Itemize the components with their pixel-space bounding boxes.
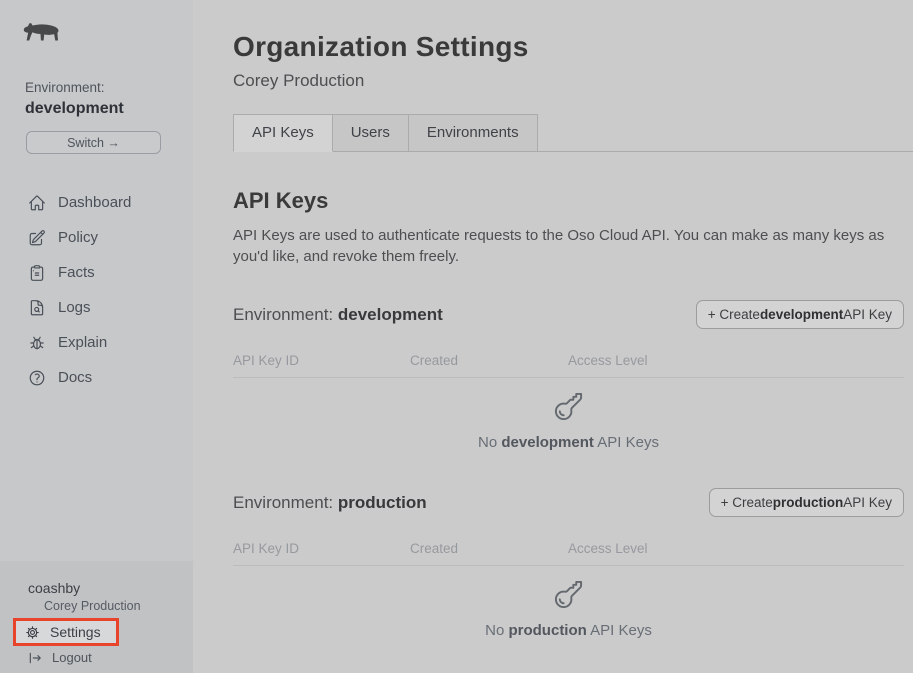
username: coashby (28, 580, 193, 596)
settings-button[interactable]: Settings (13, 618, 119, 646)
sidebar-item-label: Explain (58, 334, 107, 351)
api-key-table-header: API Key ID Created Access Level (233, 353, 904, 378)
sidebar-item-facts[interactable]: Facts (0, 255, 193, 290)
sidebar-user-section: coashby Corey Production Settings Logout (0, 561, 193, 673)
bug-icon (28, 334, 46, 352)
env-title-prefix: Environment: (233, 305, 338, 324)
sidebar-item-label: Policy (58, 229, 98, 246)
sidebar-item-label: Facts (58, 264, 95, 281)
create-button-env: development (760, 307, 843, 322)
sidebar-item-label: Docs (58, 369, 92, 386)
page-subtitle: Corey Production (233, 71, 904, 91)
sidebar-item-policy[interactable]: Policy (0, 220, 193, 255)
env-section-title: Environment: development (233, 305, 443, 325)
sidebar-item-label: Logs (58, 299, 91, 316)
environment-indicator: Environment: development (25, 80, 193, 118)
logout-icon (28, 651, 42, 665)
env-title-name: development (338, 305, 443, 324)
create-button-prefix: + Create (721, 495, 773, 510)
column-created: Created (410, 353, 568, 368)
clipboard-icon (28, 264, 46, 282)
app-window: Environment: development Switch → Dashbo… (0, 0, 913, 673)
tab-api-keys[interactable]: API Keys (233, 114, 333, 152)
api-key-table-header: API Key ID Created Access Level (233, 541, 904, 566)
sidebar-item-dashboard[interactable]: Dashboard (0, 185, 193, 220)
empty-state-production: No production API Keys (233, 579, 904, 639)
empty-state-development: No development API Keys (233, 391, 904, 451)
empty-text-prefix: No (485, 622, 508, 639)
logout-button[interactable]: Logout (28, 650, 193, 665)
env-section-header: Environment: development + Create develo… (233, 300, 904, 329)
empty-text-prefix: No (478, 434, 501, 451)
env-section-title: Environment: production (233, 493, 427, 513)
env-section-header: Environment: production + Create product… (233, 488, 904, 517)
create-development-api-key-button[interactable]: + Create development API Key (696, 300, 904, 329)
empty-text: No development API Keys (233, 434, 904, 451)
tab-environments[interactable]: Environments (408, 114, 538, 151)
create-button-suffix: API Key (843, 495, 892, 510)
api-keys-section-development: Environment: development + Create develo… (233, 300, 904, 451)
create-button-env: production (773, 495, 844, 510)
env-title-prefix: Environment: (233, 493, 338, 512)
column-api-key-id: API Key ID (233, 353, 410, 368)
column-api-key-id: API Key ID (233, 541, 410, 556)
document-search-icon (28, 299, 46, 317)
sidebar: Environment: development Switch → Dashbo… (0, 0, 193, 673)
main-content: Organization Settings Corey Production A… (193, 0, 913, 673)
empty-text-env: development (501, 434, 594, 451)
sidebar-item-docs[interactable]: Docs (0, 360, 193, 395)
sidebar-item-explain[interactable]: Explain (0, 325, 193, 360)
env-title-name: production (338, 493, 427, 512)
create-button-prefix: + Create (708, 307, 760, 322)
key-icon (553, 579, 584, 610)
tab-users[interactable]: Users (332, 114, 409, 151)
sidebar-item-logs[interactable]: Logs (0, 290, 193, 325)
page-title: Organization Settings (233, 31, 904, 63)
api-keys-heading: API Keys (233, 188, 904, 214)
logout-label: Logout (52, 650, 92, 665)
empty-text-suffix: API Keys (587, 622, 652, 639)
api-keys-description: API Keys are used to authenticate reques… (233, 225, 904, 267)
sidebar-nav: Dashboard Policy Facts Logs (0, 185, 193, 395)
empty-text: No production API Keys (233, 622, 904, 639)
column-created: Created (410, 541, 568, 556)
create-button-suffix: API Key (843, 307, 892, 322)
environment-label: Environment: (25, 80, 193, 95)
sidebar-item-label: Dashboard (58, 194, 131, 211)
empty-text-suffix: API Keys (594, 434, 659, 451)
question-circle-icon (28, 369, 46, 387)
environment-value: development (25, 100, 193, 118)
column-access-level: Access Level (568, 541, 904, 556)
home-icon (28, 194, 46, 212)
settings-label: Settings (50, 624, 101, 640)
pencil-square-icon (28, 229, 46, 247)
settings-tabbar: API Keys Users Environments (233, 114, 913, 152)
user-organization: Corey Production (44, 599, 193, 613)
gear-icon (25, 625, 40, 640)
empty-text-env: production (508, 622, 586, 639)
create-production-api-key-button[interactable]: + Create production API Key (709, 488, 904, 517)
column-access-level: Access Level (568, 353, 904, 368)
switch-environment-button[interactable]: Switch → (26, 131, 161, 154)
oso-bear-logo-icon (21, 20, 63, 46)
api-keys-section-production: Environment: production + Create product… (233, 488, 904, 639)
key-icon (553, 391, 584, 422)
